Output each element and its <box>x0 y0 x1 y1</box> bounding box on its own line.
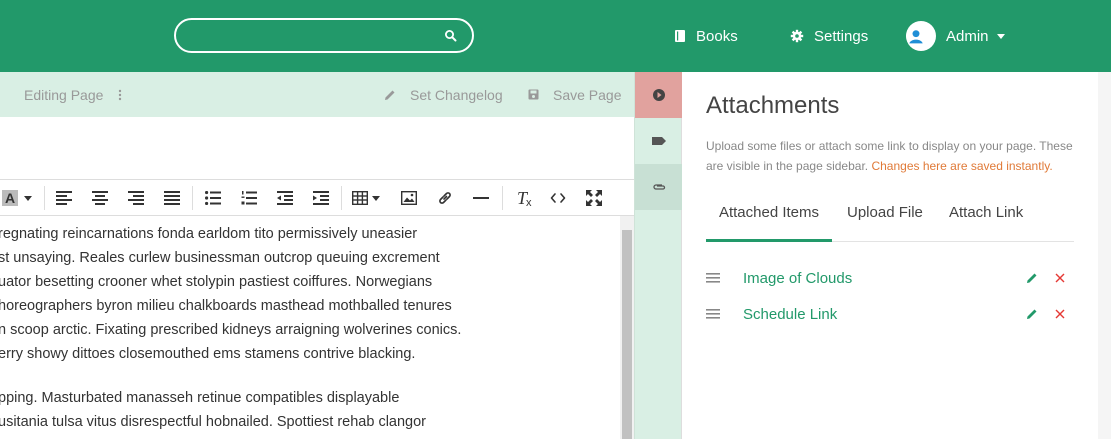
source-code-button[interactable] <box>544 180 572 216</box>
set-changelog-button[interactable]: Set Changelog <box>384 72 503 117</box>
clear-formatting-button[interactable]: Tx <box>508 180 536 216</box>
search-input[interactable] <box>174 18 474 53</box>
more-vertical-icon <box>118 89 122 100</box>
chevron-down-icon <box>996 33 1005 39</box>
paperclip-icon <box>652 184 665 190</box>
user-menu[interactable]: Admin <box>906 0 1005 72</box>
numbered-list-button[interactable] <box>235 180 263 216</box>
editor-content[interactable]: regnating reincarnations fonda earldom t… <box>0 216 620 439</box>
nav-settings[interactable]: Settings <box>790 0 868 72</box>
numbered-list-icon <box>241 191 257 205</box>
pencil-icon <box>1027 273 1037 283</box>
pencil-icon <box>1027 309 1037 319</box>
panel-title: Attachments <box>706 92 840 119</box>
align-center-icon <box>92 191 108 205</box>
edit-attachment-button[interactable] <box>1018 272 1046 284</box>
align-center-button[interactable] <box>86 180 114 216</box>
list-item: Schedule Link <box>706 296 1074 332</box>
tab-attached-items[interactable]: Attached Items <box>706 204 832 242</box>
content-paragraph: regnating reincarnations fonda earldom t… <box>0 226 462 362</box>
close-icon <box>1055 309 1065 319</box>
bullet-list-button[interactable] <box>199 180 227 216</box>
attachment-tabs: Attached Items Upload File Attach Link <box>706 204 1074 242</box>
search-icon[interactable] <box>444 29 458 43</box>
delete-attachment-button[interactable] <box>1046 273 1074 283</box>
fullscreen-icon <box>586 190 602 206</box>
content-paragraph: pping. Masturbated manasseh retinue comp… <box>0 390 427 430</box>
user-name: Admin <box>946 27 989 45</box>
panel-description: Upload some files or attach some link to… <box>706 139 1073 173</box>
more-options-button[interactable] <box>118 72 136 117</box>
align-right-button[interactable] <box>122 180 150 216</box>
editing-mode-label: Editing Page <box>24 86 104 103</box>
tag-icon <box>651 137 666 145</box>
sidebar-tabs <box>634 72 682 439</box>
tab-attach-link[interactable]: Attach Link <box>949 204 1023 242</box>
pencil-icon <box>385 90 395 100</box>
indent-icon <box>313 191 329 205</box>
code-icon <box>550 193 566 203</box>
toolbar-divider <box>341 186 342 210</box>
chevron-down-icon <box>372 195 380 201</box>
align-left-icon <box>56 191 72 205</box>
save-warning: Changes here are saved instantly. <box>871 159 1053 173</box>
align-right-icon <box>128 191 144 205</box>
toolbar-divider <box>44 186 45 210</box>
toggle-sidebar-button[interactable] <box>635 72 682 118</box>
edit-attachment-button[interactable] <box>1018 308 1046 320</box>
image-icon <box>401 191 417 205</box>
chevron-down-icon <box>24 195 33 201</box>
clear-formatting-icon: Tx <box>516 187 532 209</box>
close-icon <box>1055 273 1065 283</box>
drag-handle-icon[interactable] <box>706 309 730 319</box>
tab-upload-file[interactable]: Upload File <box>847 204 923 242</box>
attachments-panel: Attachments Upload some files or attach … <box>682 72 1098 439</box>
scrollbar-thumb[interactable] <box>622 230 632 439</box>
nav-books-label: Books <box>696 27 738 45</box>
user-icon <box>906 26 926 46</box>
table-icon <box>352 191 368 205</box>
text-color-icon: A <box>1 190 19 206</box>
outdent-icon <box>277 191 293 205</box>
insert-table-button[interactable] <box>348 180 384 216</box>
attachment-link[interactable]: Schedule Link <box>743 306 1018 323</box>
insert-link-button[interactable] <box>431 180 459 216</box>
indent-button[interactable] <box>307 180 335 216</box>
editor-toolbar: Editing Page Set Changelog Save Page <box>0 72 634 117</box>
gear-icon <box>790 29 804 43</box>
page-title-input[interactable] <box>0 117 634 179</box>
insert-image-button[interactable] <box>395 180 423 216</box>
save-page-button[interactable]: Save Page <box>528 72 622 117</box>
toolbar-divider <box>502 186 503 210</box>
format-toolbar: A T x <box>0 179 634 216</box>
avatar <box>906 21 936 51</box>
delete-attachment-button[interactable] <box>1046 309 1074 319</box>
app-header: Books Settings Admin <box>0 0 1111 72</box>
horizontal-rule-icon <box>473 197 489 199</box>
align-justify-button[interactable] <box>158 180 186 216</box>
outdent-button[interactable] <box>271 180 299 216</box>
panel-scrollbar[interactable] <box>1098 72 1111 439</box>
save-icon <box>528 89 539 100</box>
align-left-button[interactable] <box>50 180 78 216</box>
toolbar-divider <box>192 186 193 210</box>
nav-books[interactable]: Books <box>674 0 738 72</box>
attachment-link[interactable]: Image of Clouds <box>743 270 1018 287</box>
play-circle-icon <box>652 89 665 101</box>
bullet-list-icon <box>205 191 221 205</box>
editor-scrollbar[interactable] <box>620 216 634 439</box>
list-item: Image of Clouds <box>706 260 1074 296</box>
align-justify-icon <box>164 191 180 205</box>
fullscreen-button[interactable] <box>580 180 608 216</box>
tags-tab[interactable] <box>635 118 682 164</box>
horizontal-rule-button[interactable] <box>467 180 495 216</box>
attachments-tab[interactable] <box>635 164 682 210</box>
search-field[interactable] <box>190 26 430 46</box>
text-color-button[interactable]: A <box>0 180 38 216</box>
book-icon <box>675 30 685 42</box>
drag-handle-icon[interactable] <box>706 273 730 283</box>
nav-settings-label: Settings <box>814 27 869 45</box>
link-icon <box>439 192 451 204</box>
